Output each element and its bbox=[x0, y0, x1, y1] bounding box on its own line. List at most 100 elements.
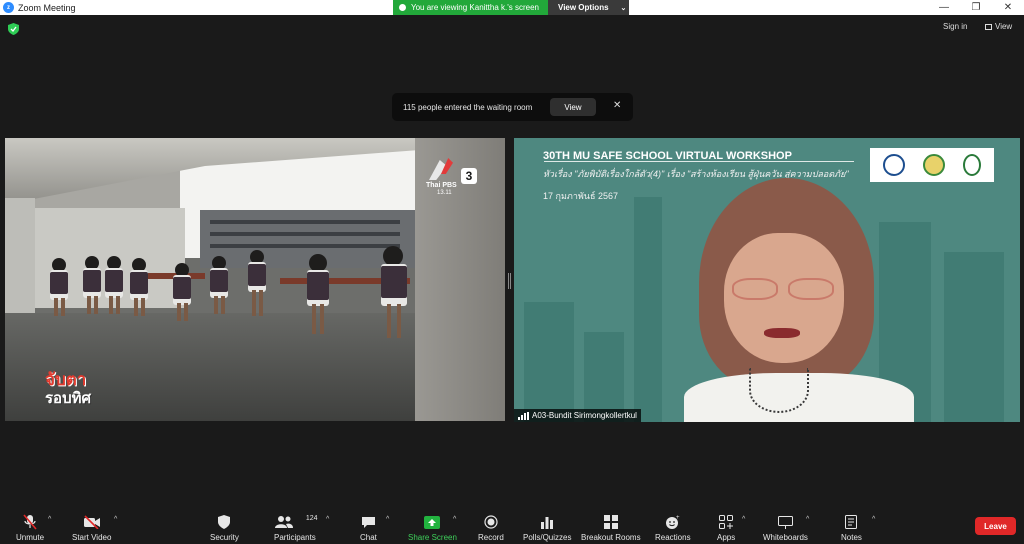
chat-button[interactable]: Chat bbox=[360, 514, 377, 542]
share-screen-icon bbox=[424, 514, 441, 530]
glasses-icon bbox=[732, 278, 778, 300]
view-options-button[interactable]: View Options ⌄ bbox=[548, 0, 629, 15]
meeting-toolbar: Unmute ^ Start Video ^ Security 124 Part… bbox=[0, 508, 1024, 544]
reactions-button[interactable]: + Reactions bbox=[655, 514, 691, 543]
window-title: Zoom Meeting bbox=[18, 2, 76, 13]
viewing-banner-text: You are viewing Kanittha k.'s screen bbox=[411, 3, 539, 12]
video-off-icon bbox=[83, 514, 101, 530]
viewing-screen-banner: You are viewing Kanittha k.'s screen bbox=[393, 0, 548, 15]
workshop-date: 17 กุมภาพันธ์ 2567 bbox=[543, 191, 618, 201]
muted-mic-icon bbox=[23, 514, 37, 530]
university-seal-icon bbox=[883, 154, 905, 176]
split-view-divider[interactable] bbox=[508, 273, 511, 289]
record-button[interactable]: Record bbox=[478, 514, 504, 542]
signal-strength-icon bbox=[518, 411, 529, 420]
whiteboards-options-caret-icon[interactable]: ^ bbox=[806, 516, 809, 523]
restore-icon: ❐ bbox=[971, 2, 981, 13]
notes-options-caret-icon[interactable]: ^ bbox=[872, 516, 875, 523]
bar-chart-icon bbox=[540, 514, 554, 530]
green-emblem-icon bbox=[963, 154, 981, 176]
apps-label: Apps bbox=[717, 533, 736, 542]
zoom-logo-icon: z bbox=[3, 2, 14, 13]
minimize-icon: — bbox=[939, 2, 949, 13]
notes-label: Notes bbox=[841, 533, 862, 542]
broadcast-clock: 13.11 bbox=[437, 190, 452, 196]
zoom-window: z Zoom Meeting You are viewing Kanittha … bbox=[0, 0, 1024, 544]
audio-options-caret-icon[interactable]: ^ bbox=[48, 516, 51, 523]
shield-icon bbox=[218, 514, 231, 530]
whiteboards-button[interactable]: Whiteboards bbox=[763, 514, 808, 542]
apps-options-caret-icon[interactable]: ^ bbox=[742, 516, 745, 523]
start-video-button[interactable]: Start Video bbox=[72, 514, 111, 542]
participants-icon: 124 bbox=[274, 514, 318, 530]
participants-options-caret-icon[interactable]: ^ bbox=[326, 516, 329, 523]
maximize-button[interactable]: ❐ bbox=[960, 0, 992, 15]
close-notification-icon[interactable]: ✕ bbox=[613, 100, 621, 111]
sponsor-logos bbox=[870, 148, 994, 182]
encryption-shield-icon[interactable] bbox=[8, 23, 19, 35]
person-mouth bbox=[764, 328, 800, 338]
background-building bbox=[634, 197, 662, 422]
whiteboard-icon bbox=[777, 514, 793, 530]
start-video-label: Start Video bbox=[72, 533, 112, 542]
thai-pbs-logo: Thai PBS 3 13.11 bbox=[423, 158, 485, 198]
chat-bubble-icon bbox=[361, 514, 376, 530]
view-options-label: View Options bbox=[558, 3, 609, 12]
polls-quizzes-button[interactable]: Polls/Quizzes bbox=[523, 514, 571, 542]
security-label: Security bbox=[210, 533, 239, 542]
apps-button[interactable]: Apps bbox=[717, 514, 735, 542]
share-screen-label: Share Screen bbox=[408, 533, 457, 542]
scene-pillar-left bbox=[5, 198, 35, 328]
participant-video-tile: 30TH MU SAFE SCHOOL VIRTUAL WORKSHOP หัว… bbox=[514, 138, 1020, 422]
waiting-room-text: 115 people entered the waiting room bbox=[403, 102, 533, 112]
program-logo: จับตา รอบทิศ bbox=[45, 370, 105, 408]
participants-count: 124 bbox=[305, 515, 318, 522]
breakout-grid-icon bbox=[603, 514, 618, 530]
program-logo-line1: จับตา bbox=[45, 370, 87, 389]
security-button[interactable]: Security bbox=[210, 514, 239, 542]
leave-meeting-button[interactable]: Leave bbox=[975, 517, 1016, 535]
minimize-button[interactable]: — bbox=[928, 0, 960, 15]
notes-button[interactable]: Notes bbox=[841, 514, 862, 542]
polls-quizzes-label: Polls/Quizzes bbox=[523, 533, 572, 542]
breakout-rooms-button[interactable]: Breakout Rooms bbox=[581, 514, 641, 542]
channel-number: 3 bbox=[461, 168, 477, 184]
breakout-rooms-label: Breakout Rooms bbox=[581, 533, 641, 542]
share-options-caret-icon[interactable]: ^ bbox=[453, 516, 456, 523]
waiting-room-notification: 115 people entered the waiting room View… bbox=[392, 93, 633, 121]
grid-icon bbox=[985, 23, 992, 30]
participant-person bbox=[684, 178, 914, 422]
chevron-down-icon: ⌄ bbox=[620, 4, 627, 12]
svg-text:+: + bbox=[676, 515, 680, 521]
whiteboards-label: Whiteboards bbox=[763, 533, 808, 542]
screen-share-icon bbox=[399, 4, 406, 11]
glasses-icon bbox=[788, 278, 834, 300]
chat-options-caret-icon[interactable]: ^ bbox=[386, 516, 389, 523]
unmute-label: Unmute bbox=[16, 533, 45, 542]
record-icon bbox=[484, 514, 498, 530]
background-building bbox=[944, 252, 1004, 422]
background-building bbox=[524, 302, 574, 422]
sign-in-link[interactable]: Sign in bbox=[943, 22, 967, 31]
chat-label: Chat bbox=[360, 533, 377, 542]
channel-name: Thai PBS bbox=[426, 182, 457, 189]
participants-button[interactable]: 124 Participants bbox=[274, 514, 318, 542]
reactions-label: Reactions bbox=[655, 533, 691, 542]
waiting-room-view-button[interactable]: View bbox=[550, 98, 596, 116]
notes-icon bbox=[845, 514, 858, 530]
record-label: Record bbox=[478, 533, 504, 542]
smiley-plus-icon: + bbox=[665, 514, 680, 530]
share-screen-button[interactable]: Share Screen bbox=[408, 514, 457, 542]
emblem-icon bbox=[923, 154, 945, 176]
video-options-caret-icon[interactable]: ^ bbox=[114, 516, 117, 523]
unmute-button[interactable]: Unmute bbox=[16, 514, 44, 542]
participants-label: Participants bbox=[274, 533, 316, 542]
close-window-button[interactable]: ✕ bbox=[992, 0, 1024, 15]
person-necklace bbox=[749, 368, 809, 413]
view-layout-button[interactable]: View bbox=[985, 22, 1012, 31]
participant-name: A03-Bundit Sirimongkollertkul bbox=[532, 411, 637, 420]
apps-icon bbox=[719, 514, 734, 530]
title-underline bbox=[544, 161, 854, 162]
shared-video-tile: Thai PBS 3 13.11 จับตา รอบทิศ bbox=[5, 138, 505, 421]
program-logo-line2: รอบทิศ bbox=[45, 390, 91, 407]
